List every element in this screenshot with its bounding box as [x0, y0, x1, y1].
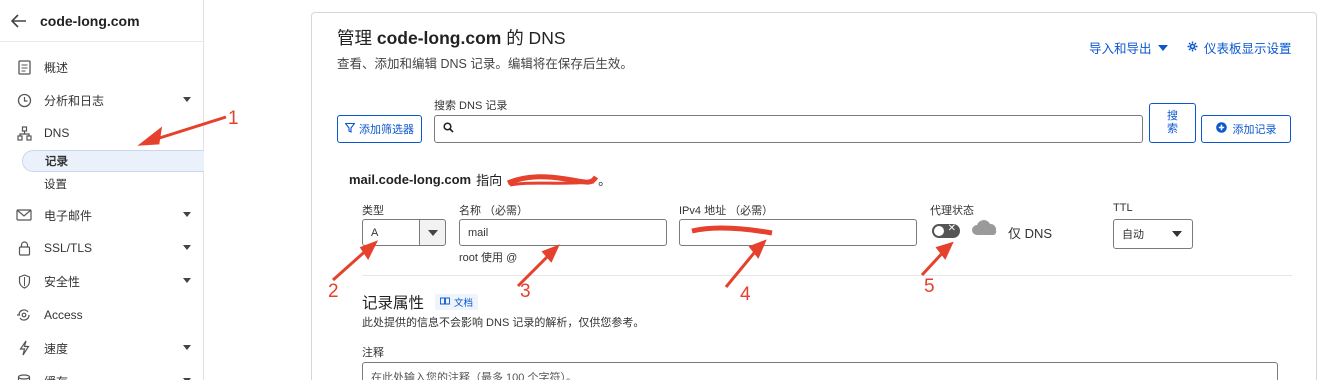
- arrowhead-2: [359, 240, 379, 260]
- annotation-label-1: 1: [228, 108, 239, 129]
- arrowhead-1: [137, 126, 163, 146]
- annotation-label-4: 4: [740, 284, 751, 305]
- annotation-label-5: 5: [924, 276, 935, 297]
- annotation-arrows: [137, 115, 954, 288]
- annotation-label-2: 2: [328, 281, 339, 302]
- annotation-label-3: 3: [520, 281, 531, 302]
